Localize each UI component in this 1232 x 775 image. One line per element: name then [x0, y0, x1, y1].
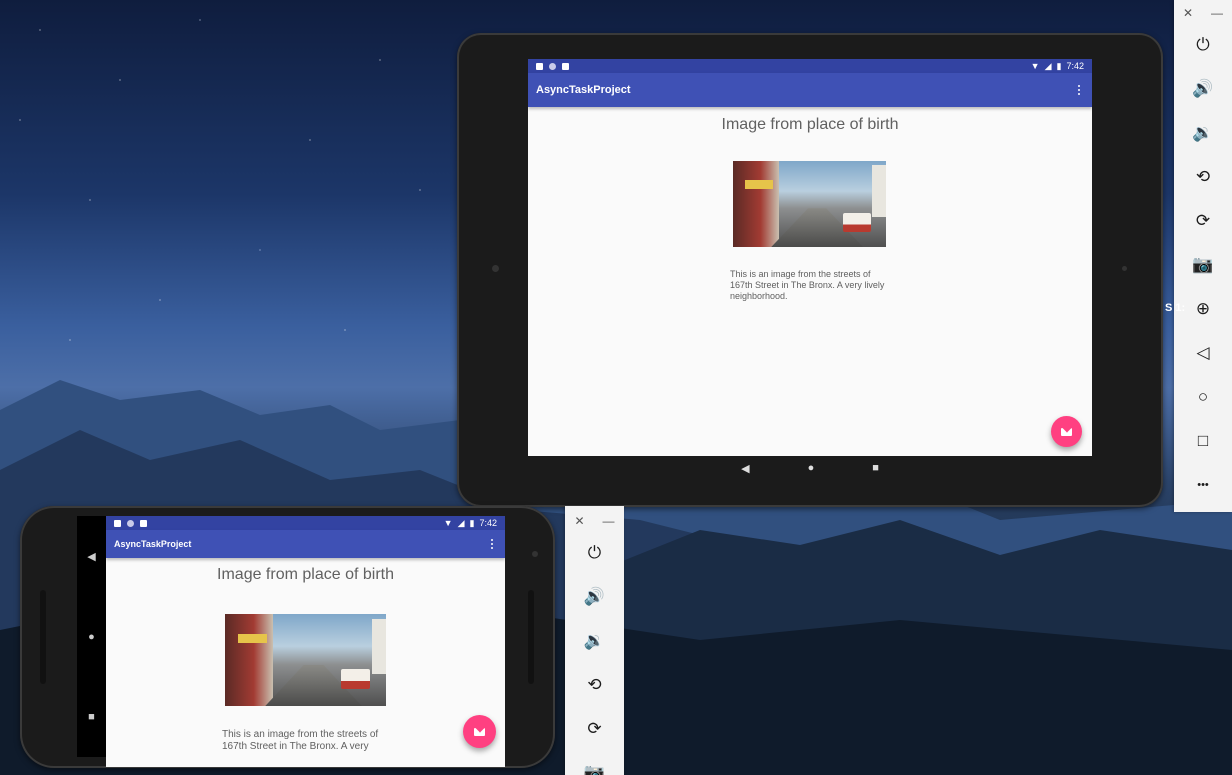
- app-title: AsyncTaskProject: [536, 84, 631, 96]
- zoom-icon[interactable]: ⊕: [1190, 296, 1216, 322]
- tablet-screen[interactable]: ▼ ◢ ▮ 7:42 AsyncTaskProject Image from p…: [528, 59, 1092, 456]
- photo-description: This is an image from the streets of 167…: [222, 729, 379, 752]
- photo-description: This is an image from the streets of 167…: [730, 269, 885, 301]
- phone-camera: [532, 551, 538, 557]
- desktop-side-text: S 1:: [1165, 302, 1186, 314]
- signal-icon: ◢: [1044, 60, 1052, 71]
- overflow-menu-icon[interactable]: [1074, 81, 1084, 99]
- rotate-left-icon[interactable]: ⟲: [582, 672, 608, 698]
- page-heading: Image from place of birth: [217, 566, 394, 583]
- close-icon[interactable]: ✕: [1183, 6, 1193, 20]
- more-icon[interactable]: •••: [1190, 472, 1216, 498]
- back-icon[interactable]: ◁: [1190, 340, 1216, 366]
- status-bar: ▼ ◢ ▮ 7:42: [528, 59, 1092, 73]
- street-photo: [225, 614, 386, 706]
- tablet-device-frame: ▼ ◢ ▮ 7:42 AsyncTaskProject Image from p…: [457, 33, 1163, 507]
- rotate-right-icon[interactable]: ⟳: [1190, 208, 1216, 234]
- camera-icon[interactable]: 📷: [1190, 252, 1216, 278]
- notification-icon: [536, 62, 543, 70]
- volume-up-icon[interactable]: 🔊: [1190, 76, 1216, 102]
- volume-up-icon[interactable]: 🔊: [582, 584, 608, 610]
- page-heading: Image from place of birth: [721, 116, 899, 133]
- status-bar: ▼ ◢ ▮ 7:42: [106, 516, 505, 530]
- recents-button[interactable]: ■: [88, 711, 95, 723]
- close-icon[interactable]: ✕: [574, 514, 584, 528]
- status-time: 7:42: [1066, 61, 1084, 71]
- mail-icon: [1061, 427, 1072, 436]
- power-icon[interactable]: ⏻: [1190, 32, 1216, 58]
- status-time: 7:42: [479, 518, 497, 528]
- power-icon[interactable]: ⏻: [582, 540, 608, 566]
- wifi-icon: ▼: [443, 518, 453, 528]
- email-fab[interactable]: [463, 715, 496, 748]
- phone-emulator-toolbar: ✕ — ⏻ 🔊 🔉 ⟲ ⟳ 📷: [565, 506, 624, 775]
- camera-icon[interactable]: 📷: [582, 760, 608, 775]
- phone-nav-bar: ◀ ● ■: [77, 516, 106, 757]
- wifi-icon: ▼: [1030, 61, 1040, 71]
- volume-down-icon[interactable]: 🔉: [582, 628, 608, 654]
- tablet-nav-bar: ◀ ● ■: [528, 456, 1092, 480]
- recents-button[interactable]: ■: [872, 462, 879, 474]
- minimize-icon[interactable]: —: [1211, 6, 1223, 20]
- home-icon[interactable]: ○: [1190, 384, 1216, 410]
- sync-icon: [127, 519, 134, 527]
- street-photo: [733, 161, 886, 247]
- window-controls: ✕ —: [1183, 6, 1223, 20]
- rotate-left-icon[interactable]: ⟲: [1190, 164, 1216, 190]
- mail-icon: [474, 727, 485, 736]
- sd-card-icon: [562, 62, 569, 70]
- back-button[interactable]: ◀: [741, 462, 749, 475]
- sd-card-icon: [140, 519, 147, 527]
- minimize-icon[interactable]: —: [603, 514, 615, 528]
- sync-icon: [549, 62, 556, 70]
- app-toolbar: AsyncTaskProject: [528, 73, 1092, 107]
- phone-speaker-left: [40, 590, 46, 684]
- phone-screen[interactable]: ▼ ◢ ▮ 7:42 AsyncTaskProject Image from p…: [106, 516, 505, 767]
- back-button[interactable]: ◀: [87, 550, 95, 563]
- phone-device-frame: ◀ ● ■ ▼ ◢ ▮ 7:42 AsyncTaskProject Image …: [20, 506, 555, 768]
- home-button[interactable]: ●: [808, 462, 815, 474]
- tablet-sensor: [1122, 266, 1127, 271]
- phone-speaker-right: [528, 590, 534, 684]
- signal-icon: ◢: [457, 517, 465, 528]
- email-fab[interactable]: [1051, 416, 1082, 447]
- app-title: AsyncTaskProject: [114, 539, 192, 549]
- tablet-emulator-toolbar: ✕ — ⏻ 🔊 🔉 ⟲ ⟳ 📷 ⊕ ◁ ○ □ •••: [1174, 0, 1232, 512]
- window-controls: ✕ —: [574, 514, 614, 528]
- notification-icon: [114, 519, 121, 527]
- rotate-right-icon[interactable]: ⟳: [582, 716, 608, 742]
- home-button[interactable]: ●: [88, 631, 95, 643]
- battery-icon: ▮: [1056, 60, 1062, 71]
- volume-down-icon[interactable]: 🔉: [1190, 120, 1216, 146]
- tablet-camera: [492, 265, 499, 272]
- battery-icon: ▮: [469, 517, 475, 528]
- overflow-menu-icon[interactable]: [487, 535, 497, 553]
- app-toolbar: AsyncTaskProject: [106, 530, 505, 558]
- overview-icon[interactable]: □: [1190, 428, 1216, 454]
